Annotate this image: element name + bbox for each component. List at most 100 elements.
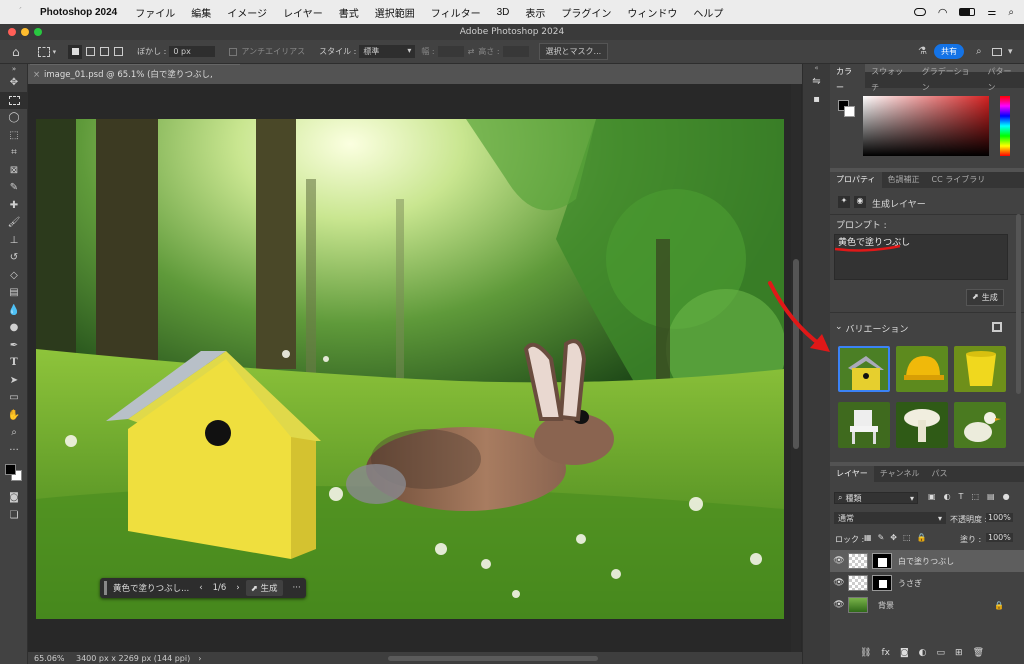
- style-select[interactable]: 標準 ▾: [359, 45, 416, 58]
- search-icon[interactable]: ⌕: [976, 46, 982, 57]
- variations-header[interactable]: ⌄ バリエーション: [835, 322, 908, 335]
- zoom-window-button[interactable]: [34, 28, 42, 36]
- app-name[interactable]: Photoshop 2024: [40, 7, 117, 18]
- lock-position-icon[interactable]: ✥: [890, 533, 897, 542]
- minimize-window-button[interactable]: [21, 28, 29, 36]
- mask-thumbnail[interactable]: [872, 575, 892, 591]
- pixel-filter-icon[interactable]: ▣: [928, 492, 936, 501]
- screen-mode-icon[interactable]: ❏: [0, 507, 28, 525]
- workspace-icon[interactable]: [992, 47, 1002, 56]
- document-tab[interactable]: × image_01.psd @ 65.1% (白で塗りつぶし, RGB/8) …: [30, 64, 240, 100]
- menu-layer[interactable]: レイヤー: [283, 5, 323, 20]
- horizontal-scrollbar[interactable]: [388, 655, 598, 661]
- layer-row-fill[interactable]: 👁 白で塗りつぶし: [830, 550, 1024, 572]
- more-options-icon[interactable]: ···: [293, 583, 301, 593]
- adjustment-layer-icon[interactable]: ◐: [919, 648, 927, 658]
- delete-layer-icon[interactable]: 🗑: [973, 648, 984, 658]
- drag-handle-icon[interactable]: [104, 581, 107, 595]
- tab-color[interactable]: カラー: [830, 64, 866, 96]
- quick-mask-icon[interactable]: ◙: [0, 489, 28, 507]
- variation-thumb-2[interactable]: [896, 346, 948, 392]
- lasso-tool-icon[interactable]: ◯: [0, 109, 28, 127]
- hue-slider[interactable]: [1000, 96, 1010, 156]
- collapse-dock-icon[interactable]: «: [803, 64, 830, 76]
- layer-style-icon[interactable]: fx: [881, 648, 890, 658]
- color-field[interactable]: [863, 96, 989, 156]
- type-tool-icon[interactable]: T: [0, 354, 28, 372]
- generate-button[interactable]: ⬈ 生成: [966, 289, 1004, 306]
- menu-edit[interactable]: 編集: [191, 5, 211, 20]
- blend-mode-select[interactable]: 通常 ▾: [834, 512, 946, 524]
- zoom-tool-icon[interactable]: ⌕: [0, 424, 28, 442]
- tab-channels[interactable]: チャンネル: [874, 466, 926, 482]
- battery-icon[interactable]: [959, 8, 976, 16]
- object-select-tool-icon[interactable]: ⬚: [0, 127, 28, 145]
- apple-icon[interactable]: [12, 5, 26, 19]
- fill-input[interactable]: 100%: [986, 533, 1013, 542]
- eraser-tool-icon[interactable]: ◇: [0, 267, 28, 285]
- width-input[interactable]: [437, 46, 464, 57]
- background-color-chip[interactable]: [844, 106, 855, 117]
- panel-scrollbar[interactable]: [1016, 214, 1021, 394]
- chevron-right-icon[interactable]: ›: [198, 654, 201, 663]
- variation-thumb-4[interactable]: [838, 402, 890, 448]
- menu-view[interactable]: 表示: [525, 5, 545, 20]
- shape-filter-icon[interactable]: ⬚: [971, 492, 979, 501]
- crop-tool-icon[interactable]: ⌗: [0, 144, 28, 162]
- adjustment-filter-icon[interactable]: ◐: [944, 492, 951, 501]
- move-tool-icon[interactable]: ✥: [0, 74, 28, 92]
- healing-brush-icon[interactable]: ✚: [0, 197, 28, 215]
- next-variation-icon[interactable]: ›: [236, 583, 239, 593]
- history-brush-icon[interactable]: ↺: [0, 249, 28, 267]
- menu-filter[interactable]: フィルター: [431, 5, 481, 20]
- mask-icon[interactable]: ◉: [854, 196, 866, 208]
- eyedropper-tool-icon[interactable]: ✎: [0, 179, 28, 197]
- collapse-tools-icon[interactable]: »: [0, 64, 28, 74]
- pen-tool-icon[interactable]: ✒: [0, 337, 28, 355]
- lock-artboard-icon[interactable]: ⬚: [903, 533, 911, 542]
- layer-name-background[interactable]: 背景: [878, 600, 894, 611]
- marquee-preset-icon[interactable]: [37, 46, 50, 57]
- swap-icon[interactable]: ⇄: [468, 47, 475, 56]
- wifi-icon[interactable]: ◠: [938, 6, 948, 19]
- menu-window[interactable]: ウィンドウ: [627, 5, 677, 20]
- menu-3d[interactable]: 3D: [497, 7, 510, 18]
- layer-row-background[interactable]: 👁 背景 🔒: [830, 594, 1024, 616]
- menu-type[interactable]: 書式: [339, 5, 359, 20]
- more-tools-icon[interactable]: ···: [0, 442, 28, 460]
- visibility-eye-icon[interactable]: 👁: [830, 578, 848, 588]
- layer-row-rabbit[interactable]: 👁 うさぎ: [830, 572, 1024, 594]
- share-button[interactable]: 共有: [934, 44, 964, 59]
- tab-properties[interactable]: プロパティ: [830, 172, 882, 188]
- context-generate-button[interactable]: ⬈ 生成: [245, 580, 283, 596]
- document-info[interactable]: 3400 px x 2269 px (144 ppi): [76, 654, 190, 663]
- mask-thumbnail[interactable]: [872, 553, 892, 569]
- dodge-tool-icon[interactable]: ●: [0, 319, 28, 337]
- menu-plugins[interactable]: プラグイン: [561, 5, 611, 20]
- home-icon[interactable]: ⌂: [12, 45, 20, 59]
- variation-thumb-6[interactable]: [954, 402, 1006, 448]
- visibility-eye-icon[interactable]: 👁: [830, 556, 848, 566]
- type-filter-icon[interactable]: T: [959, 492, 964, 501]
- menu-image[interactable]: イメージ: [227, 5, 267, 20]
- layer-name-fill[interactable]: 白で塗りつぶし: [898, 556, 954, 567]
- gradient-tool-icon[interactable]: ▤: [0, 284, 28, 302]
- marquee-tool-icon[interactable]: [0, 91, 28, 109]
- chevron-down-icon[interactable]: ▾: [53, 48, 57, 56]
- variation-thumb-1[interactable]: [838, 346, 890, 392]
- antialias-checkbox[interactable]: [229, 47, 238, 56]
- layer-filter-select[interactable]: ⌕ 種類 ▾: [834, 492, 918, 504]
- tab-cc-libraries[interactable]: CC ライブラリ: [926, 172, 992, 188]
- context-prompt[interactable]: 黄色で塗りつぶし...: [113, 582, 189, 594]
- add-mask-icon[interactable]: ◙: [900, 648, 909, 658]
- rectangle-tool-icon[interactable]: ▭: [0, 389, 28, 407]
- close-window-button[interactable]: [8, 28, 16, 36]
- menu-select[interactable]: 選択範囲: [375, 5, 415, 20]
- opacity-input[interactable]: 100%: [986, 513, 1013, 522]
- brush-tool-icon[interactable]: 🖌: [0, 214, 28, 232]
- smart-object-filter-icon[interactable]: ▤: [987, 492, 995, 501]
- tab-patterns[interactable]: パターン: [982, 64, 1024, 96]
- foreground-color-swatch[interactable]: [5, 464, 16, 475]
- flask-icon[interactable]: ⚗: [918, 46, 927, 57]
- lock-image-icon[interactable]: ✎: [878, 533, 885, 542]
